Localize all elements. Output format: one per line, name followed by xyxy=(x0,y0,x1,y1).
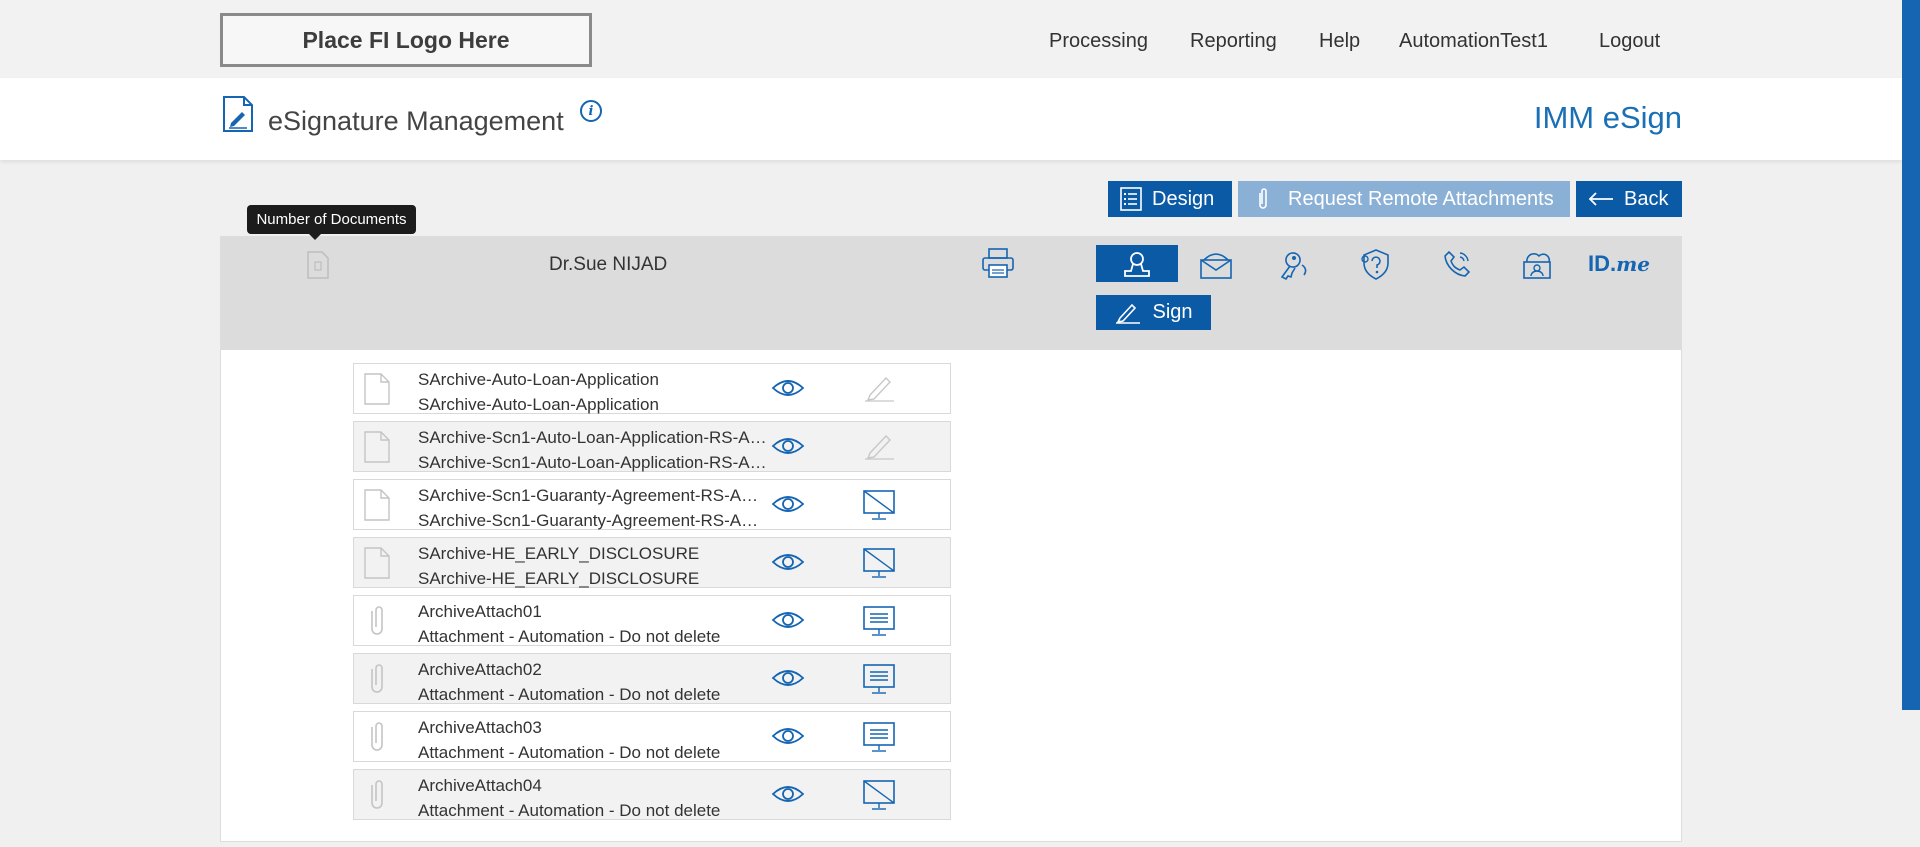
auth-idme-button[interactable]: ID. me xyxy=(1578,245,1660,282)
document-text: ArchiveAttach04 Attachment - Automation -… xyxy=(418,773,768,823)
auth-cloud-id-button[interactable] xyxy=(1496,245,1578,282)
auth-question-button[interactable] xyxy=(1335,245,1417,282)
document-row: ArchiveAttach03 Attachment - Automation -… xyxy=(353,711,951,762)
document-text: ArchiveAttach02 Attachment - Automation -… xyxy=(418,657,768,707)
eye-icon[interactable] xyxy=(771,435,805,462)
phone-icon xyxy=(1444,250,1471,277)
eye-icon[interactable] xyxy=(771,609,805,636)
monitor-icon[interactable] xyxy=(862,721,896,758)
eye-icon[interactable] xyxy=(771,667,805,694)
auth-kba-button[interactable] xyxy=(1255,245,1337,282)
document-description: Attachment - Automation - Do not delete xyxy=(418,627,721,646)
key-icon xyxy=(1280,251,1307,280)
request-remote-attachments-button[interactable]: Request Remote Attachments xyxy=(1238,181,1570,217)
document-row: SArchive-HE_EARLY_DISCLOSURE SArchive-HE_… xyxy=(353,537,951,588)
document-row: SArchive-Scn1-Auto-Loan-Application-RS-A… xyxy=(353,421,951,472)
document-text: ArchiveAttach01 Attachment - Automation -… xyxy=(418,599,768,649)
document-description: SArchive-Auto-Loan-Application xyxy=(418,395,659,414)
nav-reporting[interactable]: Reporting xyxy=(1190,30,1277,53)
document-icon xyxy=(364,373,390,405)
document-name: ArchiveAttach02 xyxy=(418,660,542,679)
nav-logout[interactable]: Logout xyxy=(1599,30,1660,53)
document-description: Attachment - Automation - Do not delete xyxy=(418,743,721,762)
paperclip-icon xyxy=(364,779,390,811)
person-icon xyxy=(1124,251,1150,277)
cloud-id-icon xyxy=(1523,252,1551,279)
document-name: ArchiveAttach03 xyxy=(418,718,542,737)
nav-processing[interactable]: Processing xyxy=(1049,30,1148,53)
sign-button[interactable]: Sign xyxy=(1096,295,1211,330)
eye-icon[interactable] xyxy=(771,725,805,752)
document-text: SArchive-Scn1-Auto-Loan-Application-RS-A… xyxy=(418,425,768,475)
monitor-off-icon[interactable] xyxy=(862,489,896,526)
scrollbar[interactable] xyxy=(1902,0,1920,710)
eye-icon[interactable] xyxy=(771,551,805,578)
document-list: SArchive-Auto-Loan-Application SArchive-A… xyxy=(353,363,951,827)
monitor-icon[interactable] xyxy=(862,663,896,700)
document-name: SArchive-Auto-Loan-Application xyxy=(418,370,659,389)
back-button[interactable]: Back xyxy=(1576,181,1682,217)
nav-user[interactable]: AutomationTest1 xyxy=(1399,30,1548,53)
monitor-off-icon[interactable] xyxy=(862,547,896,584)
document-name: SArchive-Scn1-Auto-Loan-Application-RS-A… xyxy=(418,428,768,447)
esign-document-icon xyxy=(223,96,253,132)
document-icon xyxy=(364,431,390,463)
sign-label: Sign xyxy=(1152,301,1193,323)
paperclip-icon xyxy=(364,663,390,695)
document-text: ArchiveAttach03 Attachment - Automation -… xyxy=(418,715,768,765)
paperclip-icon xyxy=(1259,188,1267,209)
back-label: Back xyxy=(1624,187,1669,210)
info-icon[interactable]: i xyxy=(580,100,602,122)
document-description: SArchive-Scn1-Guaranty-Agreement-RS-AF-0… xyxy=(418,511,768,530)
document-icon xyxy=(364,489,390,521)
pen-disabled-icon[interactable] xyxy=(862,373,896,408)
document-row: ArchiveAttach01 Attachment - Automation -… xyxy=(353,595,951,646)
document-text: SArchive-HE_EARLY_DISCLOSURE SArchive-HE_… xyxy=(418,541,768,591)
fi-logo: Place FI Logo Here xyxy=(220,13,592,67)
document-name: ArchiveAttach01 xyxy=(418,602,542,621)
document-row: SArchive-Auto-Loan-Application SArchive-A… xyxy=(353,363,951,414)
document-row: SArchive-Scn1-Guaranty-Agreement-RS-AF-0… xyxy=(353,479,951,530)
document-count-icon[interactable] xyxy=(306,250,330,280)
request-remote-attachments-label: Request Remote Attachments xyxy=(1288,187,1554,210)
paperclip-icon xyxy=(364,721,390,753)
product-name: IMM eSign xyxy=(1533,100,1682,135)
design-button[interactable]: Design xyxy=(1108,181,1232,217)
eye-icon[interactable] xyxy=(771,783,805,810)
idme-me-text: me xyxy=(1616,251,1650,276)
document-name: ArchiveAttach04 xyxy=(418,776,542,795)
email-icon xyxy=(1200,252,1232,279)
eye-icon[interactable] xyxy=(771,377,805,404)
monitor-off-icon[interactable] xyxy=(862,779,896,816)
document-text: SArchive-Scn1-Guaranty-Agreement-RS-AF-0… xyxy=(418,483,768,533)
pen-icon xyxy=(1116,303,1141,324)
paperclip-icon xyxy=(364,605,390,637)
arrow-left-icon xyxy=(1588,192,1613,206)
eye-icon[interactable] xyxy=(771,493,805,520)
document-description: Attachment - Automation - Do not delete xyxy=(418,801,721,820)
document-text: SArchive-Auto-Loan-Application SArchive-A… xyxy=(418,367,768,417)
idme-id-text: ID. xyxy=(1587,250,1617,276)
document-description: SArchive-HE_EARLY_DISCLOSURE xyxy=(418,569,700,588)
nav-help[interactable]: Help xyxy=(1319,30,1360,53)
page-title: eSignature Management xyxy=(268,106,564,136)
document-icon xyxy=(364,547,390,579)
auth-phone-button[interactable] xyxy=(1416,245,1498,282)
shield-question-icon xyxy=(1361,248,1389,280)
pen-disabled-icon[interactable] xyxy=(862,431,896,466)
design-label: Design xyxy=(1152,187,1215,210)
signer-name: Dr.Sue NIJAD xyxy=(549,254,668,275)
document-row: ArchiveAttach04 Attachment - Automation -… xyxy=(353,769,951,820)
document-row: ArchiveAttach02 Attachment - Automation -… xyxy=(353,653,951,704)
document-name: SArchive-HE_EARLY_DISCLOSURE xyxy=(418,544,700,563)
document-description: SArchive-Scn1-Auto-Loan-Application-RS-A… xyxy=(418,453,768,472)
monitor-icon[interactable] xyxy=(862,605,896,642)
document-name: SArchive-Scn1-Guaranty-Agreement-RS-AF-0… xyxy=(418,486,768,505)
printer-icon[interactable] xyxy=(981,247,1015,279)
auth-email-button[interactable] xyxy=(1175,245,1257,282)
checklist-icon xyxy=(1120,187,1142,211)
tooltip: Number of Documents xyxy=(247,205,416,240)
auth-in-person-button[interactable] xyxy=(1096,245,1178,282)
document-description: Attachment - Automation - Do not delete xyxy=(418,685,721,704)
